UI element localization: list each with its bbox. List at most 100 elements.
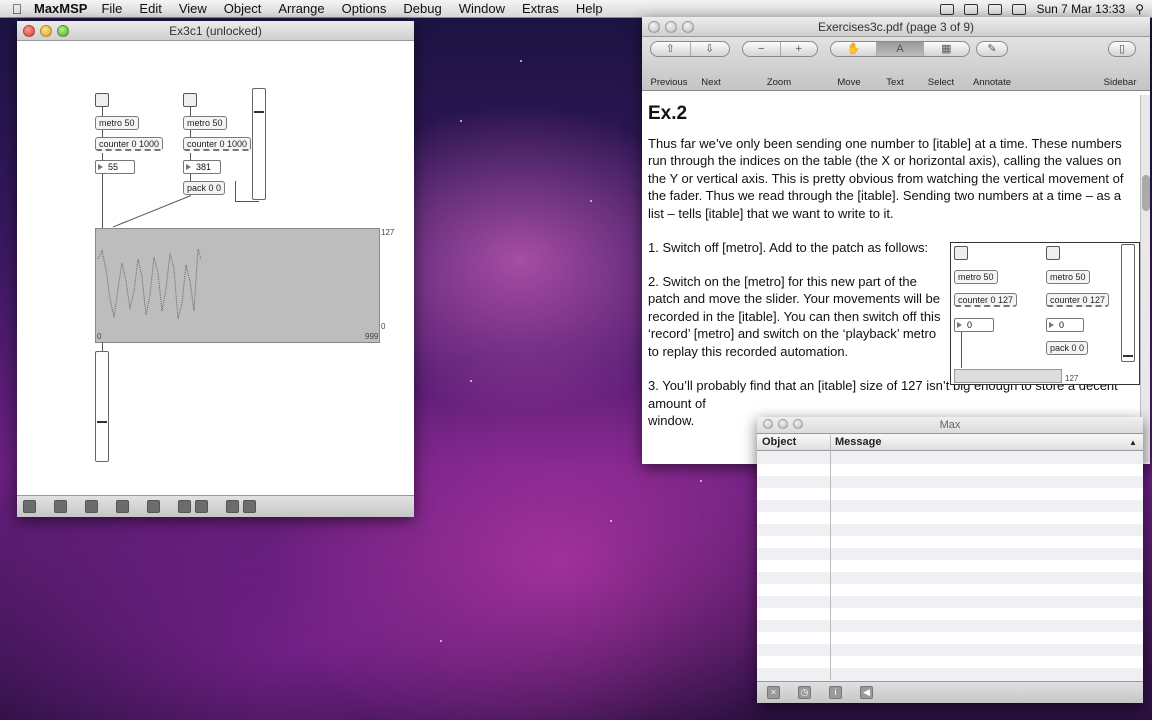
vertical-slider-right[interactable] (252, 88, 266, 200)
annotate-label[interactable]: Annotate (957, 77, 1027, 88)
info-icon[interactable]: i (829, 686, 842, 699)
menu-clock[interactable]: Sun 7 Mar 13:33 (1036, 2, 1125, 16)
subpatch-icon[interactable] (178, 500, 191, 513)
paragraph-1: Thus far we’ve only been sending one num… (648, 135, 1124, 221)
zoom-button[interactable] (682, 21, 694, 33)
zoom-button[interactable] (793, 419, 803, 429)
toggle-right[interactable] (183, 93, 197, 107)
zoom-label: Zoom (766, 77, 792, 88)
toggle-left[interactable] (95, 93, 109, 107)
pdf-scrollbar[interactable] (1140, 95, 1150, 462)
figure-number-right: 0 (1046, 318, 1084, 332)
console-rows[interactable] (757, 452, 1143, 680)
preview-title: Exercises3c.pdf (page 3 of 9) (817, 20, 975, 34)
menu-view[interactable]: View (179, 1, 207, 16)
figure-table-max-label: 127 (1065, 374, 1079, 383)
next-label[interactable]: Next (676, 77, 746, 88)
zoom-button[interactable] (57, 25, 69, 37)
sidebar-label[interactable]: Sidebar (1085, 77, 1152, 88)
move-tool-icon[interactable]: ✋ (831, 42, 878, 56)
menu-debug[interactable]: Debug (403, 1, 441, 16)
close-button[interactable] (763, 419, 773, 429)
console-toolbar: × ◷ i ◀ (757, 681, 1143, 703)
star (470, 380, 472, 382)
apple-menu-icon[interactable]:  (0, 1, 34, 17)
itable-xmax-label: 999 (365, 332, 379, 341)
previous-page-icon[interactable]: ⇧ (651, 42, 691, 56)
menu-file[interactable]: File (101, 1, 122, 16)
move-icon[interactable] (85, 500, 98, 513)
menu-app-name[interactable]: MaxMSP (34, 1, 87, 16)
menu-object[interactable]: Object (224, 1, 262, 16)
itable-xmin-label: 0 (97, 332, 102, 341)
zoom-in-icon[interactable]: + (781, 42, 818, 56)
column-message[interactable]: Message (835, 435, 881, 450)
console-column-header: Object Message ▲ (757, 435, 1143, 451)
section-heading: Ex.2 (648, 103, 688, 124)
star (440, 640, 442, 642)
star (610, 520, 612, 522)
pdf-scrollbar-thumb[interactable] (1142, 175, 1150, 211)
text-tool-icon[interactable]: A (877, 42, 924, 56)
menu-bar:  MaxMSP File Edit View Object Arrange O… (0, 0, 1152, 18)
zoom-out-icon[interactable]: − (743, 42, 781, 56)
counter-object-right[interactable]: counter 0 1000 (183, 137, 252, 151)
lock-icon[interactable] (23, 500, 36, 513)
grid-icon[interactable] (226, 500, 239, 513)
patch-figure: metro 50 counter 0 127 0 metro 50 counte… (950, 242, 1140, 385)
patch-cord (961, 332, 962, 368)
preview-toolbar: ⇧ ⇩ Previous Next − + Zoom ✋ A ▦ Move Te… (642, 37, 1150, 91)
menu-help[interactable]: Help (576, 1, 603, 16)
column-divider[interactable] (830, 435, 831, 680)
sort-arrow-icon[interactable]: ▲ (1129, 435, 1137, 450)
number-box-left[interactable]: 55 (95, 160, 135, 174)
menu-arrange[interactable]: Arrange (278, 1, 324, 16)
star (590, 200, 592, 202)
number-box-right[interactable]: 381 (183, 160, 221, 174)
minimize-button[interactable] (778, 419, 788, 429)
presentation-icon[interactable] (116, 500, 129, 513)
patch-cord (235, 201, 259, 202)
itable-display[interactable] (95, 228, 380, 343)
patch-canvas[interactable]: metro 50 counter 0 1000 55 metro 50 coun… (17, 42, 414, 515)
pack-object[interactable]: pack 0 0 (183, 181, 226, 195)
close-button[interactable] (648, 21, 660, 33)
annotate-icon[interactable]: ✎ (977, 42, 1007, 56)
figure-metro-right: metro 50 (1046, 270, 1090, 284)
timestamp-icon[interactable]: ◷ (798, 686, 811, 699)
snap-icon[interactable] (243, 500, 256, 513)
spotlight-icon[interactable]: ⚲ (1135, 2, 1144, 16)
inspector-icon[interactable] (195, 500, 208, 513)
console-titlebar: Max (757, 417, 1143, 434)
battery-icon[interactable] (1012, 3, 1027, 15)
new-object-icon[interactable] (54, 500, 67, 513)
next-page-icon[interactable]: ⇩ (691, 42, 730, 56)
counter-object-left[interactable]: counter 0 1000 (95, 137, 164, 151)
minimize-button[interactable] (40, 25, 52, 37)
filter-icon[interactable]: ◀ (860, 686, 873, 699)
figure-number-left: 0 (954, 318, 994, 332)
patch-cord (102, 174, 103, 228)
info-icon[interactable] (147, 500, 160, 513)
itable-curve (97, 248, 202, 320)
time-machine-icon[interactable] (988, 3, 1003, 15)
menu-options[interactable]: Options (342, 1, 387, 16)
menu-edit[interactable]: Edit (139, 1, 161, 16)
itable-ymax-label: 127 (381, 228, 395, 237)
wifi-icon[interactable] (940, 3, 955, 15)
menu-extras[interactable]: Extras (522, 1, 559, 16)
pdf-page[interactable]: Ex.2 Thus far we’ve only been sending on… (644, 95, 1140, 462)
clear-icon[interactable]: × (767, 686, 780, 699)
minimize-button[interactable] (665, 21, 677, 33)
column-object[interactable]: Object (762, 435, 796, 450)
menu-window[interactable]: Window (459, 1, 505, 16)
metro-object-left[interactable]: metro 50 (95, 116, 139, 130)
close-button[interactable] (23, 25, 35, 37)
select-tool-icon[interactable]: ▦ (924, 42, 969, 56)
volume-icon[interactable] (964, 3, 979, 15)
sidebar-icon[interactable]: ▯ (1109, 42, 1135, 56)
metro-object-right[interactable]: metro 50 (183, 116, 227, 130)
console-title: Max (939, 419, 961, 431)
vertical-slider-bottom[interactable] (95, 351, 109, 462)
figure-pack: pack 0 0 (1046, 341, 1089, 355)
